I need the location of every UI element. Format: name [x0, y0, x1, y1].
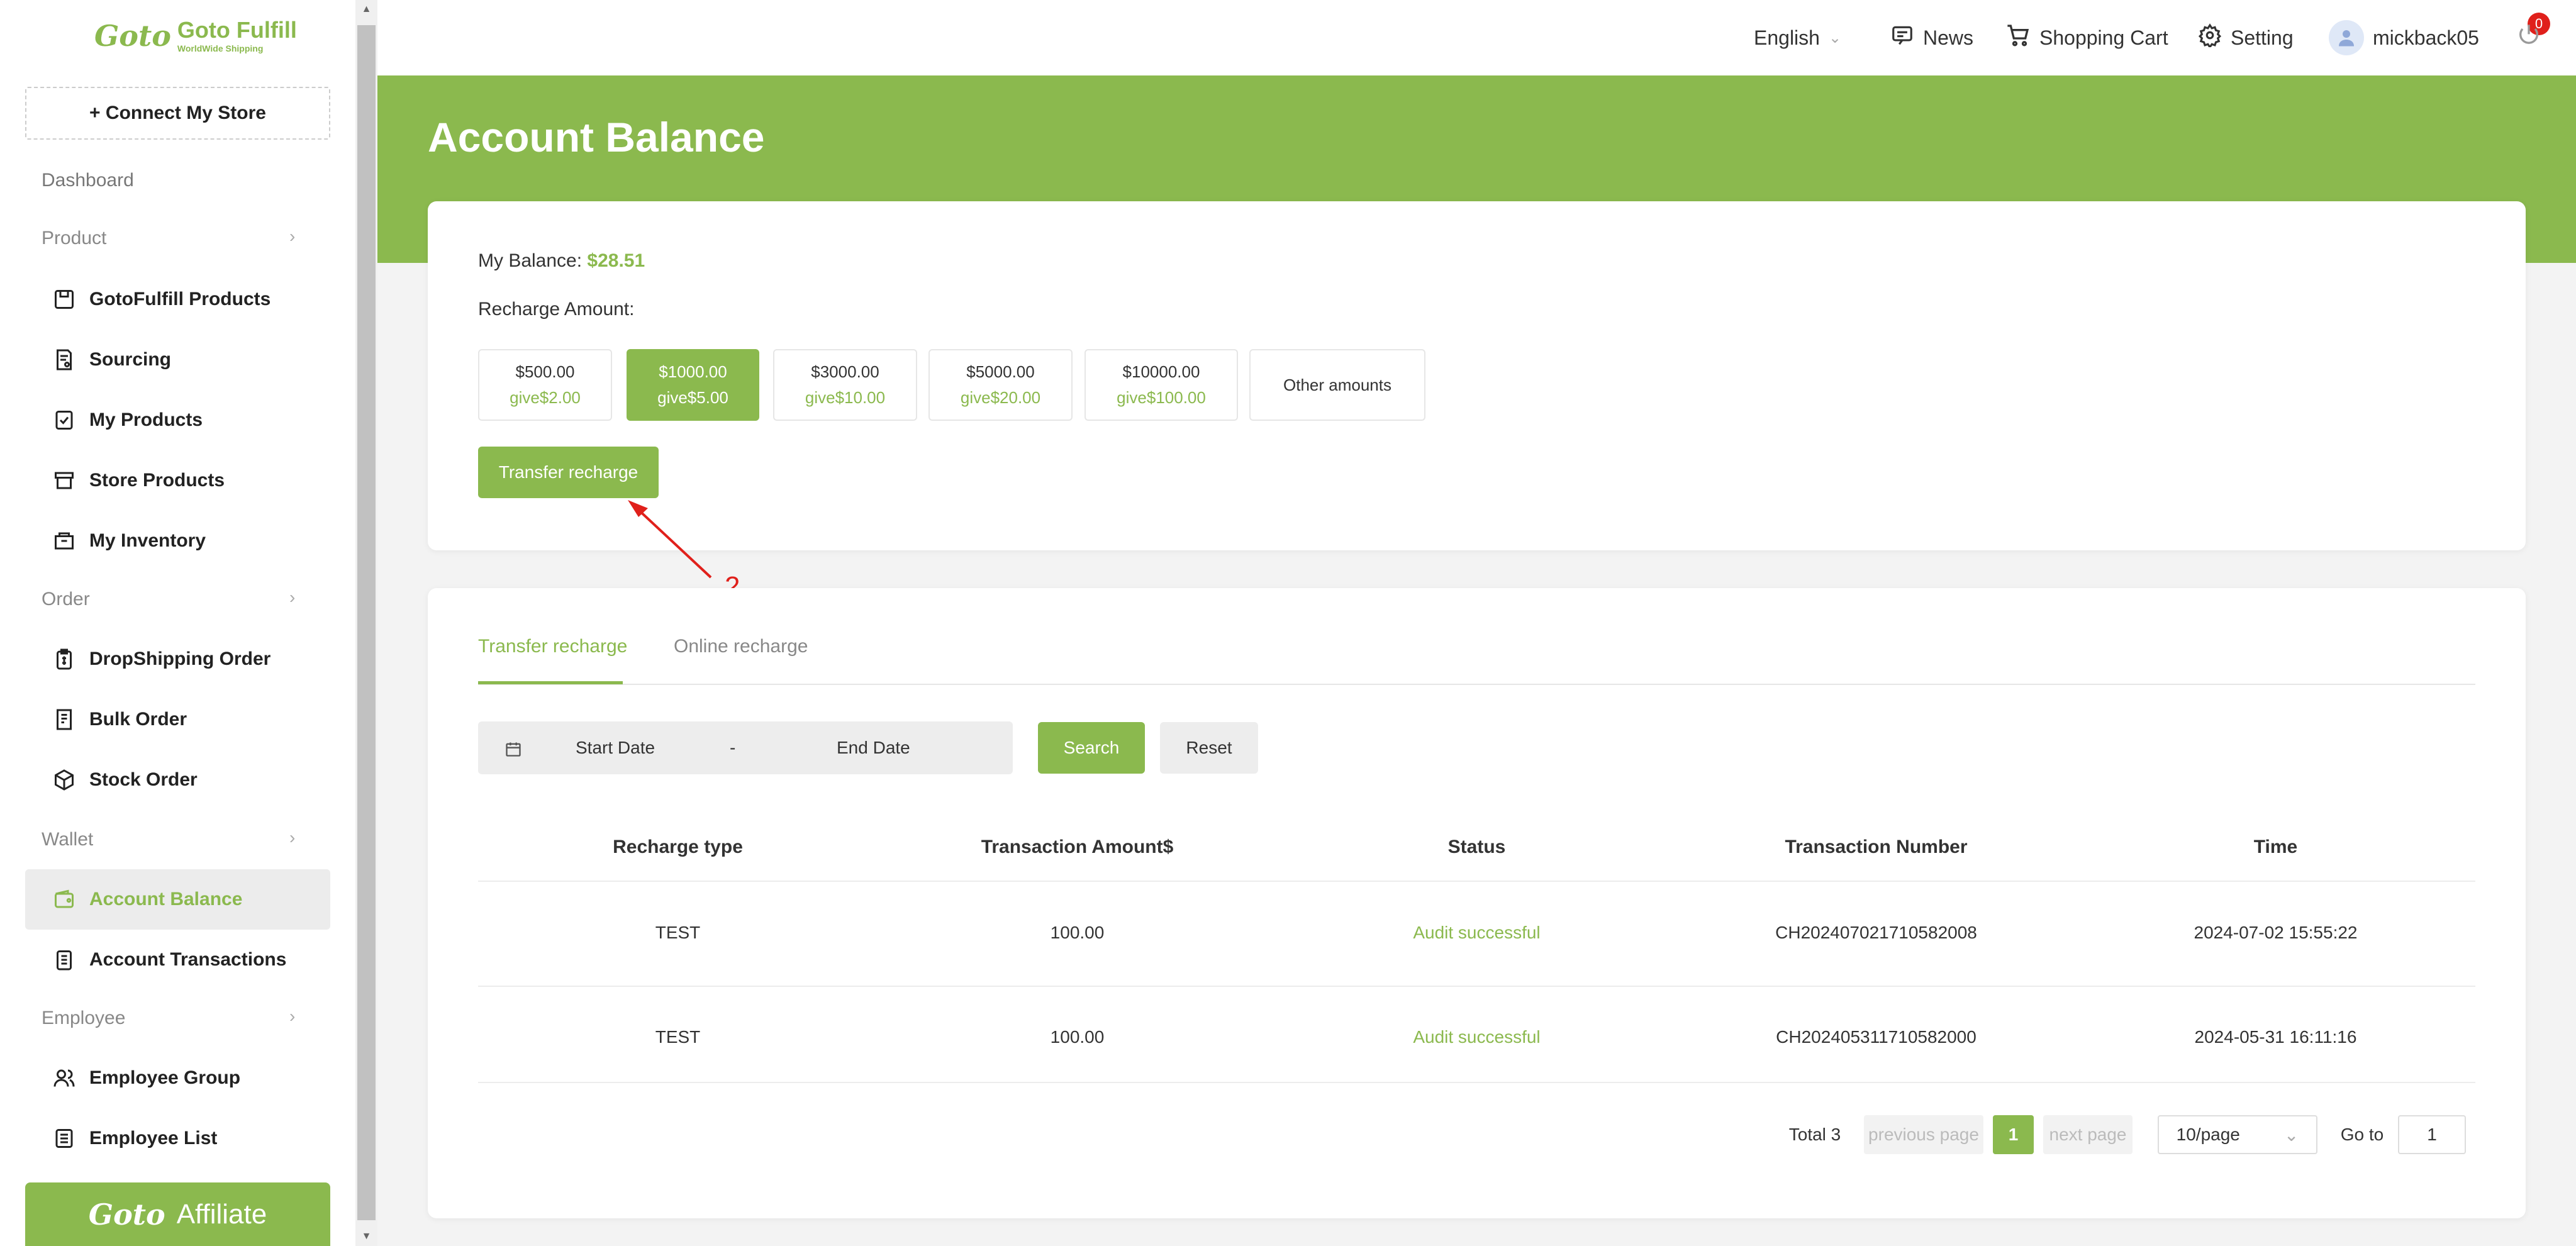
cell-recharge-type: TEST	[655, 923, 701, 942]
start-date-input[interactable]: Start Date	[576, 721, 655, 774]
column-header-transaction-number: Transaction Number	[1785, 837, 1968, 857]
reset-button[interactable]: Reset	[1160, 722, 1258, 774]
tabs-divider	[478, 684, 2475, 685]
active-tab-indicator	[478, 681, 623, 684]
goto-page-input[interactable]: 1	[2398, 1115, 2466, 1154]
search-button[interactable]: Search	[1038, 722, 1145, 774]
recharge-history-card: Transfer recharge Online recharge Start …	[428, 588, 2526, 1218]
cell-amount: 100.00	[1050, 1027, 1105, 1047]
column-header-status: Status	[1447, 837, 1506, 857]
cell-status: Audit successful	[1413, 923, 1541, 942]
goto-label: Go to	[2340, 1125, 2384, 1144]
column-header-time: Time	[2253, 837, 2298, 857]
page-size-value: 10/page	[2176, 1125, 2240, 1144]
page-size-select[interactable]: 10/page ⌄	[2158, 1115, 2317, 1154]
cell-amount: 100.00	[1050, 923, 1105, 942]
table-divider	[478, 986, 2475, 987]
pagination-total: Total 3	[1788, 1125, 1841, 1144]
column-header-recharge-type: Recharge type	[613, 837, 743, 857]
cell-time: 2024-07-02 15:55:22	[2194, 923, 2358, 942]
tab-transfer-recharge[interactable]: Transfer recharge	[478, 636, 627, 657]
cell-transaction-number: CH202407021710582008	[1775, 923, 1977, 942]
cell-status: Audit successful	[1413, 1027, 1541, 1047]
date-separator: -	[730, 738, 736, 757]
table-divider	[478, 1082, 2475, 1083]
page-number-current[interactable]: 1	[1993, 1115, 2034, 1154]
tab-online-recharge[interactable]: Online recharge	[674, 636, 808, 657]
cell-recharge-type: TEST	[655, 1027, 701, 1047]
calendar-icon	[505, 721, 522, 774]
chevron-down-icon: ⌄	[2283, 1125, 2299, 1145]
cell-transaction-number: CH202405311710582000	[1776, 1027, 1977, 1047]
column-header-amount: Transaction Amount$	[981, 837, 1174, 857]
previous-page-button[interactable]: previous page	[1864, 1115, 1983, 1154]
table-divider	[478, 881, 2475, 882]
next-page-button[interactable]: next page	[2043, 1115, 2133, 1154]
date-range-picker[interactable]: Start Date - End Date	[478, 721, 1013, 774]
cell-time: 2024-05-31 16:11:16	[2194, 1027, 2357, 1047]
end-date-input[interactable]: End Date	[837, 721, 910, 774]
